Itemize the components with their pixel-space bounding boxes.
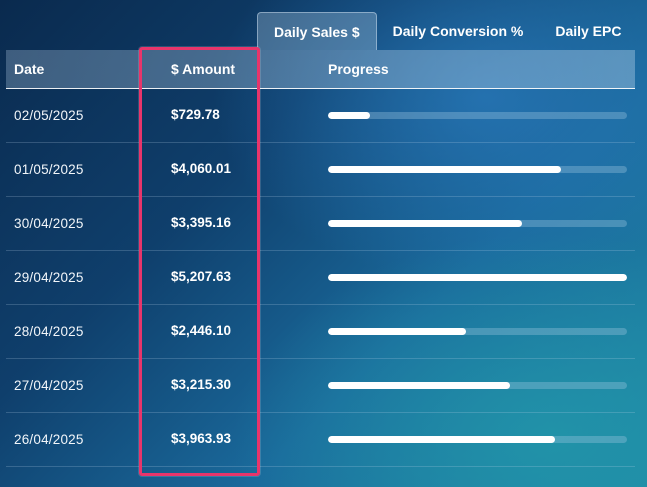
progress-track bbox=[328, 220, 627, 227]
progress-track bbox=[328, 112, 627, 119]
tab-daily-epc[interactable]: Daily EPC bbox=[539, 12, 637, 50]
table-row: 01/05/2025 $4,060.01 bbox=[6, 143, 635, 197]
progress-fill bbox=[328, 436, 556, 443]
progress-fill bbox=[328, 166, 562, 173]
column-header-progress[interactable]: Progress bbox=[328, 61, 635, 77]
table-row: 26/04/2025 $3,963.93 bbox=[6, 413, 635, 467]
date-cell: 28/04/2025 bbox=[14, 324, 84, 339]
tab-daily-conversion[interactable]: Daily Conversion % bbox=[377, 12, 540, 50]
table-row: 29/04/2025 $5,207.63 bbox=[6, 251, 635, 305]
table-header: Date $ Amount Progress bbox=[6, 50, 635, 89]
date-cell: 30/04/2025 bbox=[14, 216, 84, 231]
date-cell: 02/05/2025 bbox=[14, 108, 84, 123]
progress-fill bbox=[328, 274, 627, 281]
date-cell: 27/04/2025 bbox=[14, 378, 84, 393]
progress-fill bbox=[328, 112, 370, 119]
date-cell: 01/05/2025 bbox=[14, 162, 84, 177]
table-row: 30/04/2025 $3,395.16 bbox=[6, 197, 635, 251]
progress-track bbox=[328, 274, 627, 281]
progress-cell bbox=[328, 220, 635, 227]
tab-bar: Daily Sales $ Daily Conversion % Daily E… bbox=[257, 12, 637, 50]
column-header-amount[interactable]: $ Amount bbox=[158, 61, 328, 77]
amount-cell: $3,395.16 bbox=[171, 215, 232, 230]
column-header-date[interactable]: Date bbox=[6, 61, 158, 77]
sales-table: Date $ Amount Progress 02/05/2025 $729.7… bbox=[6, 50, 635, 467]
table-row: 28/04/2025 $2,446.10 bbox=[6, 305, 635, 359]
amount-cell: $5,207.63 bbox=[171, 269, 232, 284]
progress-fill bbox=[328, 328, 466, 335]
progress-cell bbox=[328, 274, 635, 281]
amount-cell: $2,446.10 bbox=[171, 323, 232, 338]
table-row: 02/05/2025 $729.78 bbox=[6, 89, 635, 143]
progress-track bbox=[328, 328, 627, 335]
progress-track bbox=[328, 166, 627, 173]
date-cell: 26/04/2025 bbox=[14, 432, 84, 447]
progress-cell bbox=[328, 382, 635, 389]
amount-cell: $3,215.30 bbox=[171, 377, 232, 392]
progress-cell bbox=[328, 328, 635, 335]
progress-cell bbox=[328, 436, 635, 443]
amount-cell: $4,060.01 bbox=[171, 161, 232, 176]
tab-daily-sales[interactable]: Daily Sales $ bbox=[257, 12, 377, 50]
progress-fill bbox=[328, 220, 523, 227]
table-row: 27/04/2025 $3,215.30 bbox=[6, 359, 635, 413]
progress-fill bbox=[328, 382, 511, 389]
date-cell: 29/04/2025 bbox=[14, 270, 84, 285]
progress-cell bbox=[328, 166, 635, 173]
progress-cell bbox=[328, 112, 635, 119]
amount-cell: $729.78 bbox=[171, 107, 220, 122]
amount-cell: $3,963.93 bbox=[171, 431, 232, 446]
progress-track bbox=[328, 436, 627, 443]
progress-track bbox=[328, 382, 627, 389]
